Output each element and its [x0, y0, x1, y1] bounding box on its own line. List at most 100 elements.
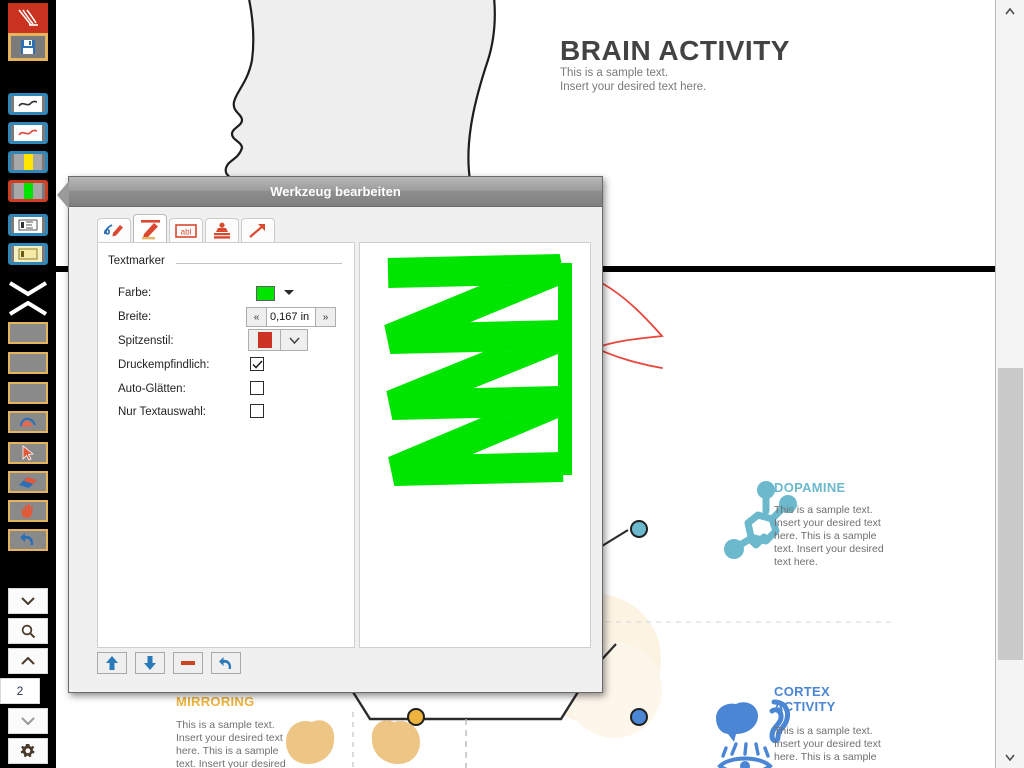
tip-style-combo[interactable] [248, 329, 308, 351]
undo-arrow-icon [20, 533, 34, 545]
sticky-note-icon [14, 246, 42, 262]
stamp-icon [214, 222, 230, 239]
select-cursor-tool[interactable] [8, 442, 48, 464]
pinch-hand-icon [20, 417, 36, 427]
node-cortex[interactable] [630, 708, 648, 726]
cursor-arrow-icon [22, 445, 35, 461]
section-heading-cortex-line2: ACTIVITY [774, 699, 836, 714]
settings-button[interactable] [8, 738, 48, 764]
floppy-disk-icon [21, 40, 35, 54]
save-button[interactable] [8, 33, 48, 61]
pinch-gesture-tool[interactable] [8, 411, 48, 433]
arrow-icon [249, 223, 265, 238]
section-heading-cortex: CORTEX ACTIVITY [774, 684, 836, 714]
pen-red-tool[interactable] [8, 122, 48, 144]
pen-icon [103, 223, 123, 236]
scroll-down-arrow[interactable] [996, 746, 1024, 768]
menu-dropdown-button[interactable] [8, 588, 48, 614]
svg-text:abl: abl [181, 227, 192, 236]
chevron-up-icon [1005, 7, 1015, 14]
tip-style-label: Spitzenstil: [118, 335, 174, 347]
tab-stamp[interactable] [205, 218, 239, 242]
dialog-footer[interactable] [97, 652, 241, 674]
width-spinner[interactable]: « 0,167 in » [246, 307, 336, 327]
auto-smooth-label: Auto-Glätten: [118, 383, 186, 395]
section-body-cortex: This is a sample text. Insert your desir… [774, 725, 881, 763]
width-input[interactable]: 0,167 in [267, 307, 315, 327]
page-indicator[interactable]: 2 [0, 678, 40, 704]
highlighter-icon [14, 154, 42, 170]
edit-tool-dialog[interactable]: Werkzeug bearbeiten abl Textmarker Farbe… [57, 176, 603, 693]
chevron-down-icon[interactable] [281, 329, 308, 351]
text-selection-only-label: Nur Textauswahl: [118, 406, 206, 418]
dialog-handle-arrow[interactable] [57, 181, 69, 209]
move-down-button[interactable] [135, 652, 165, 674]
remove-button[interactable] [173, 652, 203, 674]
tab-pen[interactable] [97, 218, 131, 242]
arrow-up-icon [106, 656, 118, 670]
tool-tabs[interactable]: abl [97, 214, 275, 242]
vertical-scrollbar[interactable] [995, 0, 1024, 768]
page-subtitle-line1: This is a sample text. [560, 67, 669, 79]
zoom-button[interactable] [8, 618, 48, 644]
left-toolbar[interactable]: 2 [0, 0, 56, 768]
tab-textbox[interactable]: abl [169, 218, 203, 242]
section-heading-dopamine: DOPAMINE [774, 480, 846, 495]
app-logo[interactable] [8, 3, 48, 33]
undo-tool[interactable] [8, 529, 48, 551]
group-divider [176, 263, 342, 264]
text-box-icon [14, 217, 42, 233]
highlighter-icon [141, 219, 160, 239]
stroke-preview-panel [359, 242, 591, 648]
scrollbar-thumb[interactable] [998, 368, 1023, 660]
scroll-up-arrow[interactable] [996, 0, 1024, 22]
tab-highlighter[interactable] [133, 214, 167, 242]
page-up-button[interactable] [8, 648, 48, 674]
chevron-up-icon [21, 657, 35, 665]
pan-hand-tool[interactable] [8, 500, 48, 522]
pen-stroke-icon [14, 96, 42, 112]
move-up-button[interactable] [97, 652, 127, 674]
settings-group-label: Textmarker [108, 255, 171, 267]
width-decrement-button[interactable]: « [246, 307, 267, 327]
highlighter-green-tool[interactable] [8, 180, 48, 202]
chevron-down-icon [21, 717, 35, 725]
caret-down-icon[interactable] [284, 290, 294, 295]
chevron-down-icon [1005, 754, 1015, 761]
note-tool[interactable] [8, 243, 48, 265]
expand-chevron-button[interactable] [8, 298, 48, 320]
textbox-tool[interactable] [8, 214, 48, 236]
tool-slot-3[interactable] [8, 382, 48, 404]
eraser-tool[interactable] [8, 471, 48, 493]
chevron-down-icon [21, 597, 35, 605]
undo-arrow-icon [219, 656, 232, 669]
pressure-sensitive-checkbox[interactable] [250, 357, 264, 371]
tool-settings-panel: Textmarker Farbe: Breite: « 0,167 in » S… [97, 242, 355, 648]
tool-slot-1[interactable] [8, 322, 48, 344]
dialog-body: abl Textmarker Farbe: Breite: « 0,167 in… [69, 208, 602, 692]
eraser-icon [19, 477, 37, 488]
page-title: BRAIN ACTIVITY [560, 34, 790, 66]
page-down-button[interactable] [8, 708, 48, 734]
highlighter-yellow-tool[interactable] [8, 151, 48, 173]
color-label: Farbe: [118, 287, 152, 299]
reset-button[interactable] [211, 652, 241, 674]
section-heading-mirroring: MIRRORING [176, 694, 255, 709]
pen-black-tool[interactable] [8, 93, 48, 115]
text-selection-only-checkbox[interactable] [250, 404, 264, 418]
tip-style-preview[interactable] [248, 329, 281, 351]
application-window: BRAIN ACTIVITY This is a sample text. In… [0, 0, 1024, 768]
collapse-chevron-button[interactable] [8, 278, 48, 300]
section-body-dopamine: This is a sample text. Insert your desir… [774, 504, 884, 568]
width-increment-button[interactable]: » [315, 307, 336, 327]
tab-arrow[interactable] [241, 218, 275, 242]
twin-brains-icon [286, 712, 420, 768]
gear-icon [20, 744, 35, 758]
adobe-logo-icon [18, 9, 38, 26]
auto-smooth-checkbox[interactable] [250, 381, 264, 395]
width-label: Breite: [118, 311, 152, 323]
node-dopamine[interactable] [630, 520, 648, 538]
color-swatch[interactable] [256, 286, 275, 301]
magnifier-icon [21, 624, 35, 638]
tool-slot-2[interactable] [8, 352, 48, 374]
